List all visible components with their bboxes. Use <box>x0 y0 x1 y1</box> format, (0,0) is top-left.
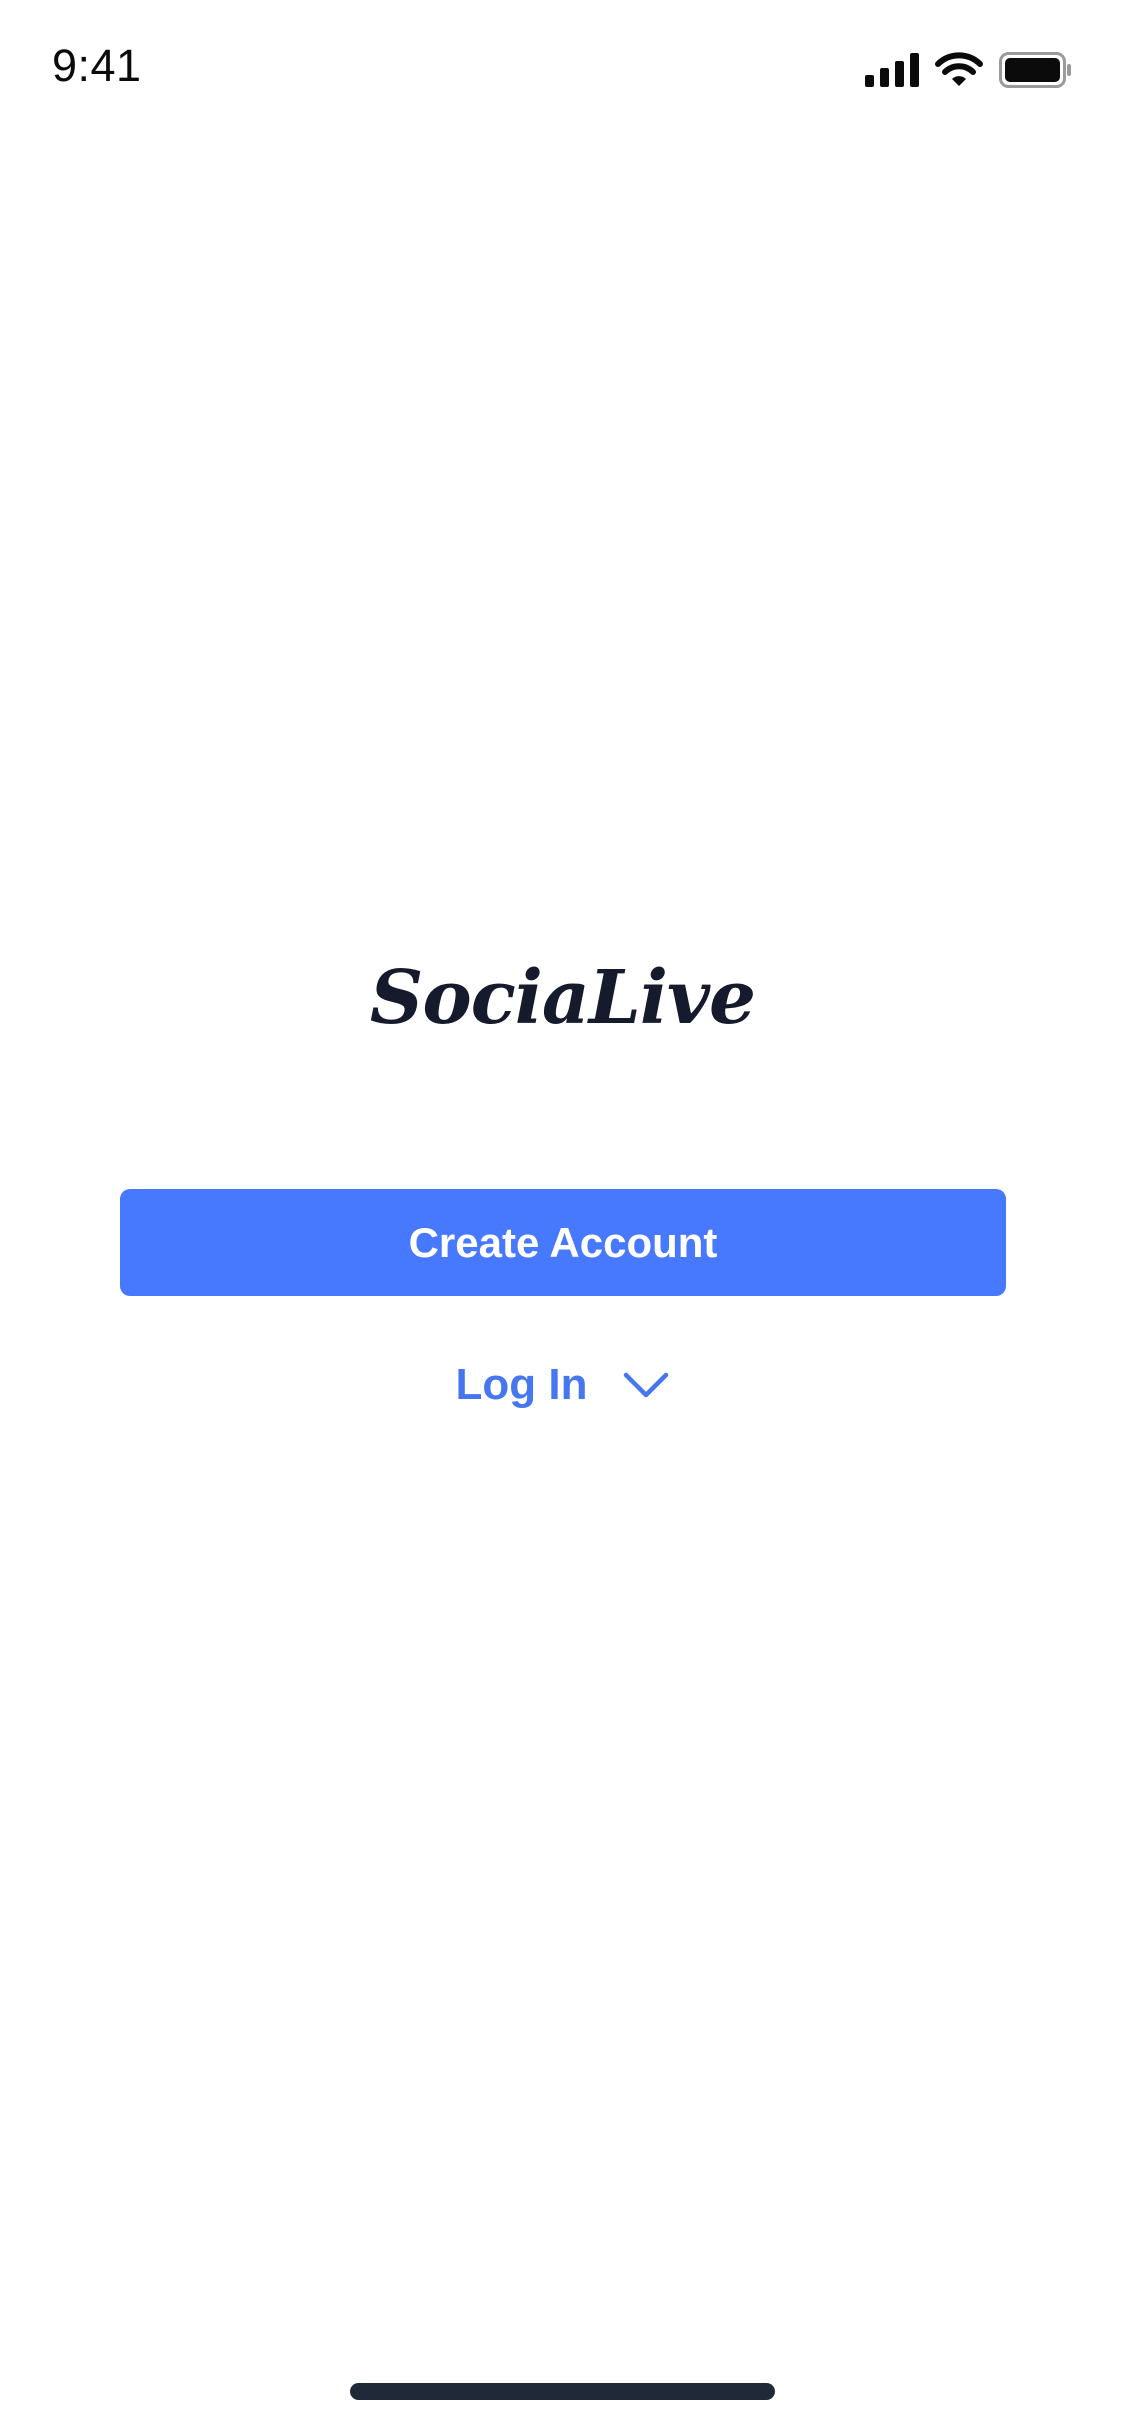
status-bar: 9:41 <box>0 0 1125 140</box>
cellular-signal-icon <box>865 53 919 87</box>
status-time: 9:41 <box>52 40 142 91</box>
home-indicator <box>350 2383 775 2400</box>
login-label: Log In <box>455 1360 588 1409</box>
chevron-down-icon <box>623 1371 669 1399</box>
battery-icon <box>999 52 1073 88</box>
create-account-button[interactable]: Create Account <box>120 1189 1006 1296</box>
wifi-icon <box>935 52 983 88</box>
status-icons <box>865 48 1073 92</box>
welcome-screen: 9:41 SociaLive Create Account Log In <box>0 0 1125 2436</box>
app-logo: SociaLive <box>369 955 756 1041</box>
login-toggle[interactable]: Log In <box>0 1360 1125 1410</box>
